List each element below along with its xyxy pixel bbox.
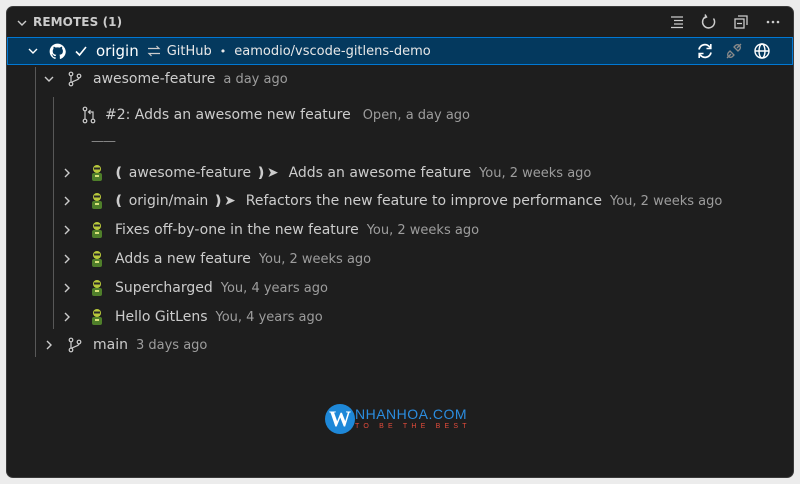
commit-message: Adds a new feature (115, 251, 251, 267)
watermark-tagline: TO BE THE BEST (355, 423, 471, 430)
chevron-right-icon[interactable] (59, 252, 75, 266)
ref-close: ❫➤ (255, 165, 279, 181)
ref-close: ❫➤ (212, 193, 236, 209)
remote-item-origin[interactable]: origin GitHub • eamodio/vscode-gitlens-d… (7, 37, 793, 65)
git-branch-icon (67, 337, 83, 353)
section-header[interactable]: REMOTES (1) (7, 7, 793, 37)
avatar-icon (89, 164, 105, 182)
chevron-right-icon[interactable] (59, 281, 75, 295)
branch-time: 3 days ago (135, 337, 208, 353)
avatar-icon (89, 192, 105, 210)
header-actions (667, 12, 783, 32)
chevron-down-icon[interactable] (41, 72, 57, 86)
ref-name: origin/main (128, 193, 209, 209)
chevron-right-icon[interactable] (59, 166, 75, 180)
commit-item[interactable]: ❪ origin/main ❫➤ Refactors the new featu… (7, 187, 793, 215)
branch-name: awesome-feature (93, 71, 216, 87)
commit-message: Adds an awesome feature (288, 165, 472, 181)
branch-item-awesome-feature[interactable]: awesome-feature a day ago (7, 65, 793, 93)
commit-item[interactable]: Supercharged You, 4 years ago (7, 274, 793, 302)
avatar-icon (89, 308, 105, 326)
more-icon[interactable] (763, 12, 783, 32)
commit-message: Refactors the new feature to improve per… (245, 193, 602, 209)
globe-icon[interactable] (753, 41, 771, 61)
commit-item[interactable]: ❪ awesome-feature ❫➤ Adds an awesome fea… (7, 159, 793, 187)
chevron-right-icon[interactable] (59, 194, 75, 208)
chevron-down-icon[interactable] (25, 44, 41, 58)
watermark-text: NHANHOA.COM TO BE THE BEST (355, 407, 471, 431)
separator-row: —— (7, 129, 793, 153)
ref-open: ❪ (113, 193, 125, 209)
commit-message: Supercharged (115, 280, 213, 296)
commit-message: Hello GitLens (115, 309, 208, 325)
pull-request-title: #2: Adds an awesome new feature (105, 107, 351, 123)
list-tree-icon[interactable] (667, 12, 687, 32)
commit-meta: You, 4 years ago (215, 309, 323, 325)
remote-actions (695, 41, 771, 61)
check-icon (74, 44, 88, 58)
git-branch-icon (67, 71, 83, 87)
commit-item[interactable]: Hello GitLens You, 4 years ago (7, 303, 793, 331)
arrow-swap-icon (147, 44, 161, 58)
chevron-right-icon[interactable] (59, 310, 75, 324)
ref-open: ❪ (113, 165, 125, 181)
refresh-icon[interactable] (699, 12, 719, 32)
commit-item[interactable]: Fixes off-by-one in the new feature You,… (7, 216, 793, 244)
bullet-separator: • (219, 44, 227, 58)
unplug-icon[interactable] (725, 41, 743, 61)
commit-meta: You, 2 weeks ago (258, 251, 372, 267)
avatar-icon (89, 279, 105, 297)
watermark-logo-mark: W (325, 404, 355, 434)
collapse-all-icon[interactable] (731, 12, 751, 32)
commit-meta: You, 4 years ago (220, 280, 328, 296)
watermark-logo: W NHANHOA.COM TO BE THE BEST (325, 399, 485, 439)
sync-icon[interactable] (695, 41, 715, 61)
remote-provider: GitHub (166, 43, 212, 59)
commit-meta: You, 2 weeks ago (610, 193, 723, 209)
commit-meta: You, 2 weeks ago (366, 222, 480, 238)
branch-name: main (93, 337, 128, 353)
commit-message: Fixes off-by-one in the new feature (115, 222, 359, 238)
branch-time: a day ago (223, 71, 288, 87)
separator: —— (91, 133, 116, 149)
avatar-icon (89, 250, 105, 268)
pull-request-status: Open, a day ago (362, 107, 471, 123)
watermark-brand: NHANHOA.COM (355, 406, 468, 422)
section-title: REMOTES (1) (33, 15, 123, 29)
chevron-down-icon[interactable] (15, 16, 29, 30)
remotes-panel: REMOTES (1) origin GitHub • eamodio/vsco… (6, 6, 794, 478)
remote-repo: eamodio/vscode-gitlens-demo (234, 43, 431, 59)
pull-request-item[interactable]: #2: Adds an awesome new feature Open, a … (7, 101, 793, 129)
branch-item-main[interactable]: main 3 days ago (7, 331, 793, 359)
git-pull-request-icon (81, 106, 97, 124)
chevron-right-icon[interactable] (41, 338, 57, 352)
commit-meta: You, 2 weeks ago (479, 165, 592, 181)
remote-name: origin (96, 42, 139, 60)
ref-name: awesome-feature (128, 165, 252, 181)
github-icon (49, 43, 66, 60)
avatar-icon (89, 221, 105, 239)
chevron-right-icon[interactable] (59, 223, 75, 237)
commit-item[interactable]: Adds a new feature You, 2 weeks ago (7, 245, 793, 273)
